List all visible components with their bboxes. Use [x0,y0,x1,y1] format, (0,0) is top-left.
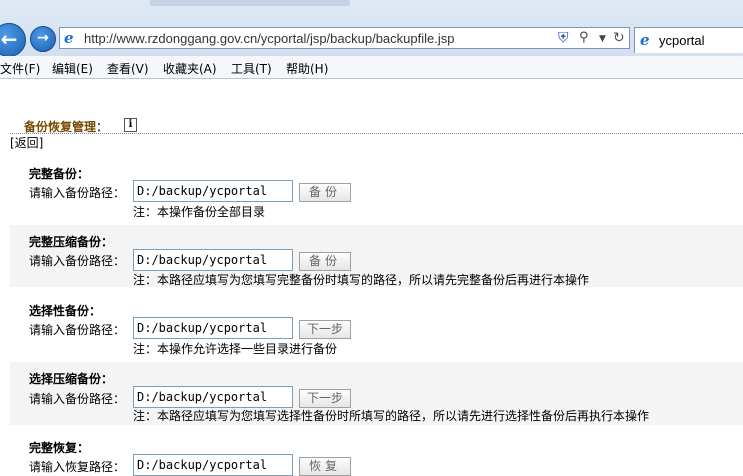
section-full-backup: 完整备份： 请输入备份路径： 备份 注：本操作备份全部目录 [10,157,743,221]
browser-tab[interactable]: e ycportal [634,27,743,53]
section-full-restore: 完整恢复： 请输入恢复路径： 恢复 [10,430,743,476]
back-link[interactable]: [返回] [10,134,43,151]
backup-path-input[interactable] [133,180,293,202]
info-icon[interactable]: i [124,118,137,132]
back-arrow-icon[interactable]: ← [0,23,26,57]
next-step-button[interactable]: 下一步 [299,389,351,408]
menu-help[interactable]: 帮助(H) [286,60,328,77]
menu-tools[interactable]: 工具(T) [231,60,272,77]
section-full-compressed-backup: 完整压缩备份： 请输入备份路径： 备份 注：本路径应填写为您填写完整备份时填写的… [10,225,743,287]
path-label: 请输入备份路径： [29,186,126,200]
menu-file[interactable]: 文件(F) [0,60,40,77]
next-step-button[interactable]: 下一步 [299,320,351,339]
section-heading: 完整备份： [29,167,90,181]
menu-bar: 文件(F) 编辑(E) 查看(V) 收藏夹(A) 工具(T) 帮助(H) [0,56,743,79]
section-heading: 选择压缩备份： [29,372,114,386]
forward-arrow-icon[interactable]: → [30,26,56,52]
path-label: 请输入备份路径： [29,392,126,406]
section-note: 注：本路径应填写为您填写选择性备份时所填写的路径，所以请先进行选择性备份后再执行… [133,409,650,423]
ie-tab-icon: e [640,31,650,49]
tab-title: ycportal [659,33,705,48]
search-icon[interactable]: ⚲ [579,30,589,46]
section-heading: 选择性备份： [29,304,102,318]
section-heading: 完整压缩备份： [29,235,114,249]
backup-path-input[interactable] [133,317,293,339]
title-bar-text-blurred [150,0,350,6]
section-note: 注：本路径应填写为您填写完整备份时填写的路径，所以请先完整备份后再进行本操作 [133,273,590,287]
refresh-icon[interactable]: ↻ [613,29,625,47]
path-label: 请输入备份路径： [29,323,126,337]
backup-button[interactable]: 备份 [299,183,351,202]
restore-button[interactable]: 恢复 [299,457,351,476]
section-note: 注：本操作备份全部目录 [133,205,266,219]
section-note: 注：本操作允许选择一些目录进行备份 [133,342,338,356]
backup-path-input[interactable] [133,249,293,271]
section-selective-backup: 选择性备份： 请输入备份路径： 下一步 注：本操作允许选择一些目录进行备份 [10,292,743,358]
restore-path-label: 请输入恢复路径： [29,460,126,474]
menu-favorites[interactable]: 收藏夹(A) [163,60,217,77]
section-selective-compressed-backup: 选择压缩备份： 请输入备份路径： 下一步 注：本路径应填写为您填写选择性备份时所… [10,362,743,425]
dotted-divider [10,133,743,134]
restore-path-input[interactable] [133,454,293,476]
address-bar[interactable]: e http://www.rzdonggang.gov.cn/ycportal/… [59,27,630,49]
ie-logo-icon: e [64,29,74,47]
section-heading: 完整恢复： [29,441,90,455]
title-bar [0,0,743,22]
address-url[interactable]: http://www.rzdonggang.gov.cn/ycportal/js… [84,31,454,46]
dropdown-arrow-icon[interactable]: ▼ [599,31,606,47]
path-label: 请输入备份路径： [29,254,126,268]
backup-path-input[interactable] [133,386,293,408]
security-shield-icon[interactable]: ⛨ [558,30,572,46]
menu-view[interactable]: 查看(V) [107,60,149,77]
menu-edit[interactable]: 编辑(E) [52,60,93,77]
browser-chrome: ← → e http://www.rzdonggang.gov.cn/ycpor… [0,0,743,79]
compress-backup-button[interactable]: 备份 [299,252,351,271]
